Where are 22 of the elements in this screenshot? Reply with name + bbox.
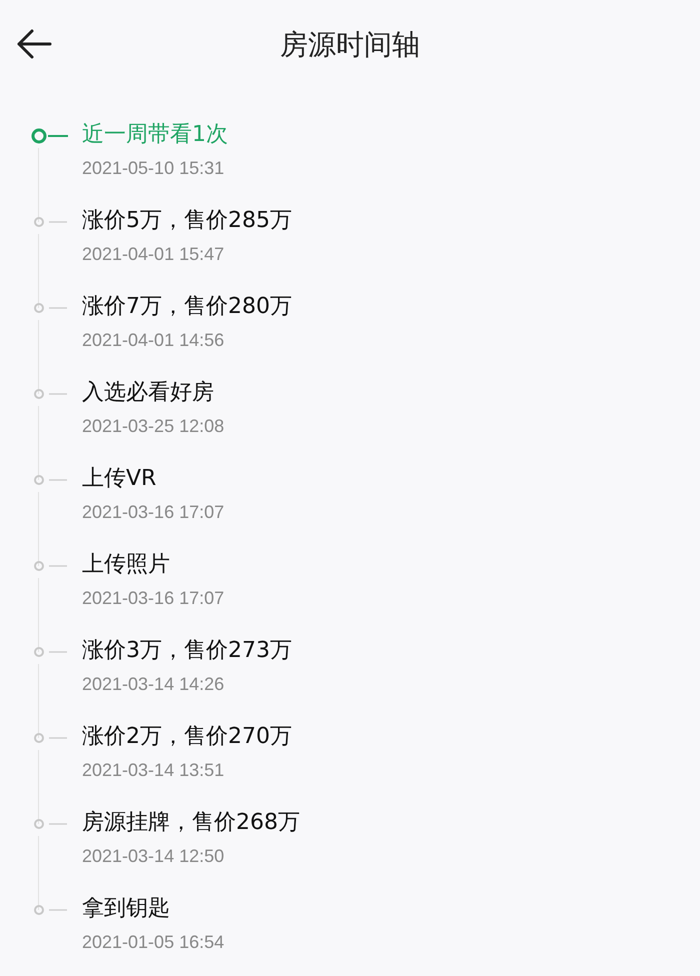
- event-time: 2021-04-01 15:47: [82, 243, 226, 266]
- event-time: 2021-03-16 17:07: [82, 501, 226, 524]
- event-title: 拿到钥匙: [82, 895, 171, 923]
- event-title: 上传照片: [82, 551, 171, 579]
- page-title: 房源时间轴: [280, 27, 420, 63]
- back-arrow-icon[interactable]: [16, 28, 52, 60]
- event-time: 2021-03-14 13:51: [82, 759, 226, 782]
- event-time: 2021-03-25 12:08: [82, 415, 226, 438]
- event-title: 上传VR: [82, 465, 158, 493]
- event-time: 2021-04-01 14:56: [82, 329, 226, 352]
- event-title: 入选必看好房: [82, 379, 215, 407]
- event-title: 涨价5万，售价285万: [82, 207, 293, 235]
- event-time: 2021-03-16 17:07: [82, 587, 226, 610]
- event-title: 近一周带看1次: [82, 121, 229, 149]
- event-time: 2021-05-10 15:31: [82, 157, 226, 180]
- event-title: 涨价3万，售价273万: [82, 637, 293, 665]
- event-time: 2021-01-05 16:54: [82, 931, 226, 954]
- event-title: 涨价7万，售价280万: [82, 293, 293, 321]
- event-time: 2021-03-14 12:50: [82, 845, 226, 868]
- event-title: 涨价2万，售价270万: [82, 723, 293, 751]
- event-time: 2021-03-14 14:26: [82, 673, 226, 696]
- event-title: 房源挂牌，售价268万: [82, 809, 301, 837]
